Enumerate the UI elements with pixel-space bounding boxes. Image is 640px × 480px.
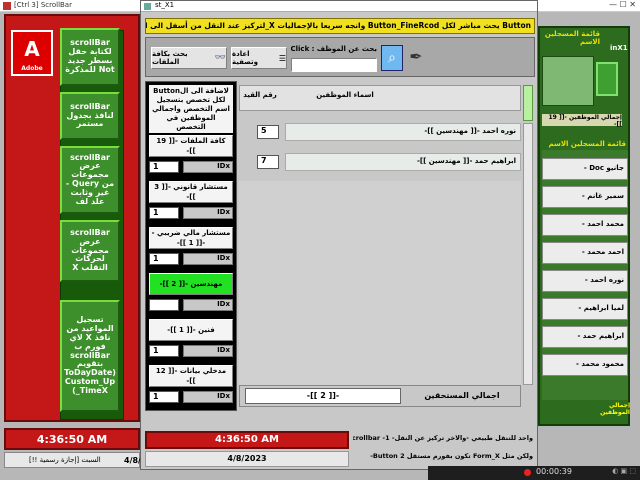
category-button[interactable]: مستشار مالي ضريبي - -[[ 1 ]]- — [149, 227, 233, 249]
row-num: 7 — [257, 155, 279, 169]
adobe-logo: A Adobe — [11, 30, 53, 76]
category-item: مستشار مالي ضريبي - -[[ 1 ]]- 1 IDx — [149, 227, 233, 271]
right-total-label: إجمالي الموظفين -[[ 19 ]]- — [542, 114, 622, 128]
filter-icon: ☰ — [278, 53, 286, 63]
scrollbar-memo-button[interactable]: scrollBar لكتابة حقل بسطر جديد Not للمذك… — [60, 28, 120, 86]
list-item[interactable]: محمود محمد - — [542, 354, 628, 376]
column-code-header: رقم القيد — [243, 91, 277, 99]
category-idx-field[interactable]: IDx — [183, 391, 233, 403]
categories: كافة الملفات -[[ 19 ]]- 1 IDx مستشار قانوني… — [149, 135, 233, 411]
note-line-1: واحد للتنقل طبيعي -والاخر تركيز عن النقل… — [353, 434, 533, 442]
category-item: مستشار قانوني -[[ 3 ]]- 1 IDx — [149, 181, 233, 225]
category-item: فنين -[[ 1 ]]- 1 IDx — [149, 319, 233, 363]
info-text: لاضافة الى الButton لكل تخصص بتسجيل اسم … — [149, 85, 233, 133]
right-footer: إجمالي الموظفين — [600, 402, 630, 416]
list-item[interactable]: ابراهيم حمد - — [542, 326, 628, 348]
back-clock: 4:36:50 AM — [36, 433, 108, 446]
back-window-controls[interactable]: — ☐ ✕ — [609, 0, 636, 9]
total-label: اجمالي المستحقين — [424, 391, 500, 400]
category-item: كافة الملفات -[[ 19 ]]- 1 IDx — [149, 135, 233, 179]
list-item[interactable]: لميا ابراهيم - — [542, 298, 628, 320]
quill-icon: ✒ — [409, 47, 423, 66]
right-green-square — [596, 62, 618, 96]
search-label: بحث عن الموظف : DblClick_Enter or Click — [291, 45, 377, 53]
date-box: 4/8/2023 — [145, 451, 349, 467]
row-num: 5 — [257, 125, 279, 139]
clock-panel: 4:36:50 AM — [145, 431, 349, 449]
app-icon — [3, 2, 11, 10]
right-header: قائمة المسجلين الاسم — [544, 30, 600, 46]
back-clock-panel: 4:36:50 AM — [4, 428, 140, 450]
scrollbar-query-button[interactable]: scrollBar عرض مجموعات من Query - غير وثا… — [60, 146, 120, 214]
total-value: -[[ 2 ]]- — [245, 388, 401, 404]
search-all-button[interactable]: بحث بكافة الملفات 👓 — [151, 47, 227, 69]
category-button[interactable]: مهندسين -[[ 2 ]]- — [149, 273, 233, 295]
search-all-button-label: بحث بكافة الملفات — [152, 50, 188, 66]
list-item[interactable]: نوره احمد - — [542, 270, 628, 292]
right-list-header: قائمة المسجلين الاسم — [548, 140, 626, 148]
binoculars-icon: 👓 — [214, 53, 226, 63]
refresh-button[interactable]: اعادة وتصفية ☰ — [231, 47, 287, 69]
category-idx-field[interactable]: IDx — [183, 299, 233, 311]
scrollbar-continuous-button[interactable]: scrollBar لنافذ بجدول مستمر — [60, 92, 120, 140]
scrollbar-groups-button[interactable]: scrollBar عرض مجموعات لحركات التقلب X — [60, 220, 120, 282]
appointments-button[interactable]: تسجيل المواعيد من نافذ X لاي فورم ب scro… — [60, 300, 120, 412]
grid-rows: 5 نوره احمد -[[ مهندسين ]]- 7 ابراهيم حمد -… — [239, 123, 521, 183]
category-button[interactable]: كافة الملفات -[[ 19 ]]- — [149, 135, 233, 157]
back-status-bar: السبت [إجازة رسمية !!] — [4, 452, 140, 468]
right-scroll-box[interactable] — [542, 56, 594, 106]
main-window-title: st_X1 — [155, 1, 175, 9]
grid-scroll-green[interactable] — [523, 85, 533, 121]
main-window: st_X1 Button يحث مباشر لكل Button_FineRc… — [140, 0, 538, 470]
column-name-header: اسماء الموظفين — [316, 91, 374, 99]
category-idx-field[interactable]: IDx — [183, 207, 233, 219]
right-items-container: جانيو Doc - سمير غانم - محمد احمد - احمد مح… — [542, 158, 628, 382]
taskbar-tray-icons: ◐ ▣ ⬚ — [612, 467, 636, 475]
note-line-2: ولكن مثل Form_X تكون بفورم مستقل Button … — [370, 452, 533, 460]
grid-body — [239, 181, 521, 385]
magnifier-icon[interactable]: ⌕ — [381, 45, 403, 71]
back-window-title: [Ctrl 3] ScrollBar — [14, 1, 72, 9]
table-row[interactable]: 7 ابراهيم حمد -[[ مهندسين ]]- — [239, 153, 521, 173]
right-header-code: inX1 — [610, 44, 628, 52]
back-status-text: السبت [إجازة رسمية !!] — [29, 456, 101, 464]
row-name: نوره احمد -[[ مهندسين ]]- — [285, 123, 521, 141]
category-idx-field[interactable]: IDx — [183, 161, 233, 173]
main-clock: 4:36:50 AM — [215, 434, 279, 445]
category-item: مدخلي بيانات -[[ 12 ]]- 1 IDx — [149, 365, 233, 409]
category-count: 1 — [149, 253, 179, 265]
category-count — [149, 299, 179, 311]
main-titlebar: st_X1 — [141, 1, 537, 12]
row-name: ابراهيم حمد -[[ مهندسين ]]- — [285, 153, 521, 171]
search-input[interactable] — [291, 58, 377, 72]
category-count: 1 — [149, 161, 179, 173]
list-item[interactable]: سمير غانم - — [542, 186, 628, 208]
main-date: 4/8/2023 — [227, 454, 267, 463]
refresh-button-label: اعادة وتصفية — [232, 50, 259, 66]
grid-scrollbar[interactable] — [523, 123, 533, 385]
category-button[interactable]: فنين -[[ 1 ]]- — [149, 319, 233, 341]
record-icon[interactable] — [524, 469, 531, 476]
list-item[interactable]: محمد احمد - — [542, 214, 628, 236]
category-idx-field[interactable]: IDx — [183, 345, 233, 357]
instruction-banner: Button يحث مباشر لكل Button_FineRcod وان… — [145, 18, 535, 34]
category-count: 1 — [149, 391, 179, 403]
category-count: 1 — [149, 207, 179, 219]
taskbar-time: 00:00:39 — [536, 467, 572, 476]
category-count: 1 — [149, 345, 179, 357]
list-item[interactable]: جانيو Doc - — [542, 158, 628, 180]
category-button[interactable]: مدخلي بيانات -[[ 12 ]]- — [149, 365, 233, 387]
category-idx-field[interactable]: IDx — [183, 253, 233, 265]
category-item: مهندسين -[[ 2 ]]- IDx — [149, 273, 233, 317]
list-item[interactable]: احمد محمد - — [542, 242, 628, 264]
category-button[interactable]: مستشار قانوني -[[ 3 ]]- — [149, 181, 233, 203]
table-row[interactable]: 5 نوره احمد -[[ مهندسين ]]- — [239, 123, 521, 143]
taskbar: 00:00:39 ◐ ▣ ⬚ — [428, 466, 640, 480]
main-app-icon — [144, 3, 151, 10]
